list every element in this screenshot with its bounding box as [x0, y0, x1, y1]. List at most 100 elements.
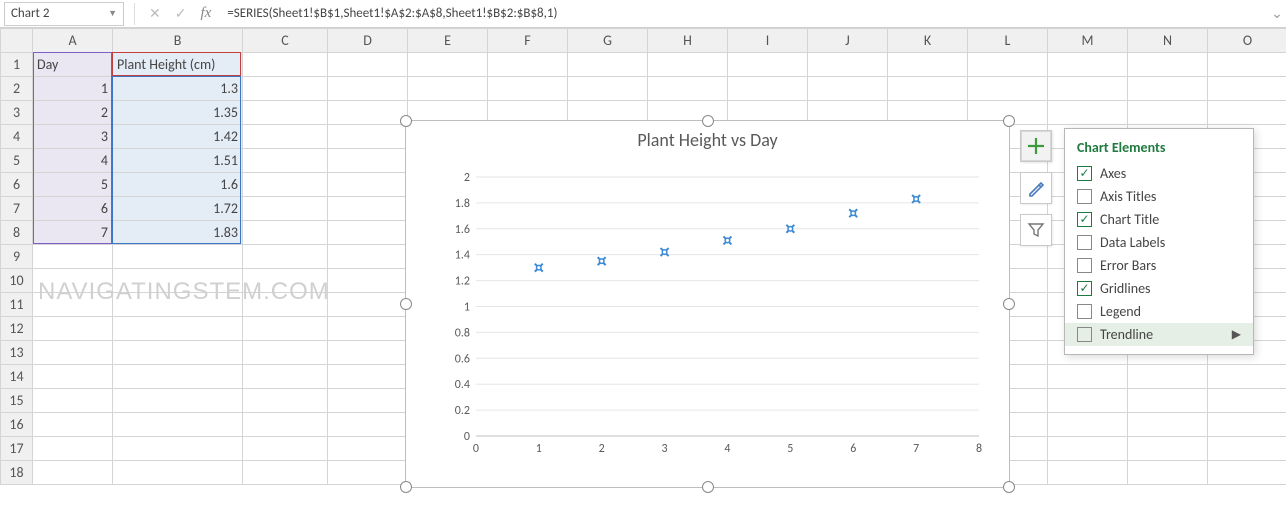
cell-N3[interactable]	[1128, 101, 1208, 125]
chart-element-option-gridlines[interactable]: ✓ Gridlines	[1065, 277, 1253, 300]
cell-D6[interactable]	[328, 173, 408, 197]
checkbox-icon[interactable]: ✓	[1077, 212, 1092, 227]
cell-M16[interactable]	[1048, 413, 1128, 437]
chart-element-option-chart-title[interactable]: ✓ Chart Title	[1065, 208, 1253, 231]
cell-A12[interactable]	[33, 317, 113, 341]
cell-M17[interactable]	[1048, 437, 1128, 461]
cell-C18[interactable]	[243, 461, 328, 485]
col-header-L[interactable]: L	[968, 29, 1048, 53]
cell-A14[interactable]	[33, 365, 113, 389]
cell-J1[interactable]	[808, 53, 888, 77]
cell-C12[interactable]	[243, 317, 328, 341]
cell-D9[interactable]	[328, 245, 408, 269]
data-point-1[interactable]	[598, 257, 606, 265]
row-header-18[interactable]: 18	[1, 461, 33, 485]
cell-N14[interactable]	[1128, 365, 1208, 389]
cell-H1[interactable]	[648, 53, 728, 77]
cell-D11[interactable]	[328, 293, 408, 317]
cell-B2[interactable]: 1.3	[113, 77, 243, 101]
cell-A4[interactable]: 3	[33, 125, 113, 149]
row-header-2[interactable]: 2	[1, 77, 33, 101]
cell-A10[interactable]	[33, 269, 113, 293]
row-header-5[interactable]: 5	[1, 149, 33, 173]
cell-M15[interactable]	[1048, 389, 1128, 413]
cell-H2[interactable]	[648, 77, 728, 101]
chart-element-option-axis-titles[interactable]: Axis Titles	[1065, 185, 1253, 208]
cell-A1[interactable]: Day	[33, 53, 113, 77]
data-point-4[interactable]	[786, 225, 794, 233]
cell-C16[interactable]	[243, 413, 328, 437]
cell-L2[interactable]	[968, 77, 1048, 101]
col-header-E[interactable]: E	[408, 29, 488, 53]
cell-D8[interactable]	[328, 221, 408, 245]
cell-D3[interactable]	[328, 101, 408, 125]
chart-styles-button[interactable]	[1020, 172, 1052, 204]
cell-B6[interactable]: 1.6	[113, 173, 243, 197]
checkbox-icon[interactable]: ✓	[1077, 166, 1092, 181]
cell-D13[interactable]	[328, 341, 408, 365]
cell-D2[interactable]	[328, 77, 408, 101]
fx-icon[interactable]: fx	[200, 5, 211, 22]
chart-element-option-data-labels[interactable]: Data Labels	[1065, 231, 1253, 254]
chart-filters-button[interactable]	[1020, 214, 1052, 246]
data-point-6[interactable]	[912, 195, 920, 203]
cell-B5[interactable]: 1.51	[113, 149, 243, 173]
resize-handle-tl[interactable]	[400, 115, 412, 127]
cell-K1[interactable]	[888, 53, 968, 77]
cell-B8[interactable]: 1.83	[113, 221, 243, 245]
checkbox-icon[interactable]	[1077, 189, 1092, 204]
formula-bar-expand-icon[interactable]: ⌄	[1268, 5, 1286, 22]
data-point-3[interactable]	[723, 236, 731, 244]
row-header-10[interactable]: 10	[1, 269, 33, 293]
checkbox-icon[interactable]	[1077, 235, 1092, 250]
cell-C2[interactable]	[243, 77, 328, 101]
cell-A9[interactable]	[33, 245, 113, 269]
col-header-N[interactable]: N	[1128, 29, 1208, 53]
checkbox-icon[interactable]	[1077, 304, 1092, 319]
cell-D16[interactable]	[328, 413, 408, 437]
chart-object[interactable]: Plant Height vs Day 00.20.40.60.811.21.4…	[405, 120, 1010, 488]
name-box-dropdown-icon[interactable]: ▼	[108, 8, 117, 19]
cell-E1[interactable]	[408, 53, 488, 77]
cell-O1[interactable]	[1208, 53, 1286, 77]
name-box[interactable]: Chart 2 ▼	[4, 2, 124, 26]
checkbox-icon[interactable]	[1077, 327, 1092, 342]
chart-element-option-error-bars[interactable]: Error Bars	[1065, 254, 1253, 277]
cell-C5[interactable]	[243, 149, 328, 173]
row-header-3[interactable]: 3	[1, 101, 33, 125]
col-header-J[interactable]: J	[808, 29, 888, 53]
cell-I2[interactable]	[728, 77, 808, 101]
col-header-C[interactable]: C	[243, 29, 328, 53]
cell-A18[interactable]	[33, 461, 113, 485]
cell-D1[interactable]	[328, 53, 408, 77]
cell-N18[interactable]	[1128, 461, 1208, 485]
cell-M18[interactable]	[1048, 461, 1128, 485]
cell-D14[interactable]	[328, 365, 408, 389]
col-header-G[interactable]: G	[568, 29, 648, 53]
resize-handle-ml[interactable]	[400, 298, 412, 310]
cell-C11[interactable]	[243, 293, 328, 317]
cell-B3[interactable]: 1.35	[113, 101, 243, 125]
cell-A2[interactable]: 1	[33, 77, 113, 101]
cell-D7[interactable]	[328, 197, 408, 221]
cell-O2[interactable]	[1208, 77, 1286, 101]
cell-A17[interactable]	[33, 437, 113, 461]
checkbox-icon[interactable]: ✓	[1077, 281, 1092, 296]
resize-handle-mr[interactable]	[1003, 298, 1015, 310]
resize-handle-br[interactable]	[1003, 481, 1015, 493]
col-header-A[interactable]: A	[33, 29, 113, 53]
cell-B12[interactable]	[113, 317, 243, 341]
cell-M14[interactable]	[1048, 365, 1128, 389]
chart-element-option-trendline[interactable]: Trendline ▶	[1065, 323, 1253, 346]
cell-O3[interactable]	[1208, 101, 1286, 125]
col-header-K[interactable]: K	[888, 29, 968, 53]
cell-C9[interactable]	[243, 245, 328, 269]
cell-B14[interactable]	[113, 365, 243, 389]
row-header-6[interactable]: 6	[1, 173, 33, 197]
cell-C10[interactable]	[243, 269, 328, 293]
cell-D10[interactable]	[328, 269, 408, 293]
resize-handle-tm[interactable]	[702, 115, 714, 127]
row-header-8[interactable]: 8	[1, 221, 33, 245]
row-header-14[interactable]: 14	[1, 365, 33, 389]
col-header-D[interactable]: D	[328, 29, 408, 53]
